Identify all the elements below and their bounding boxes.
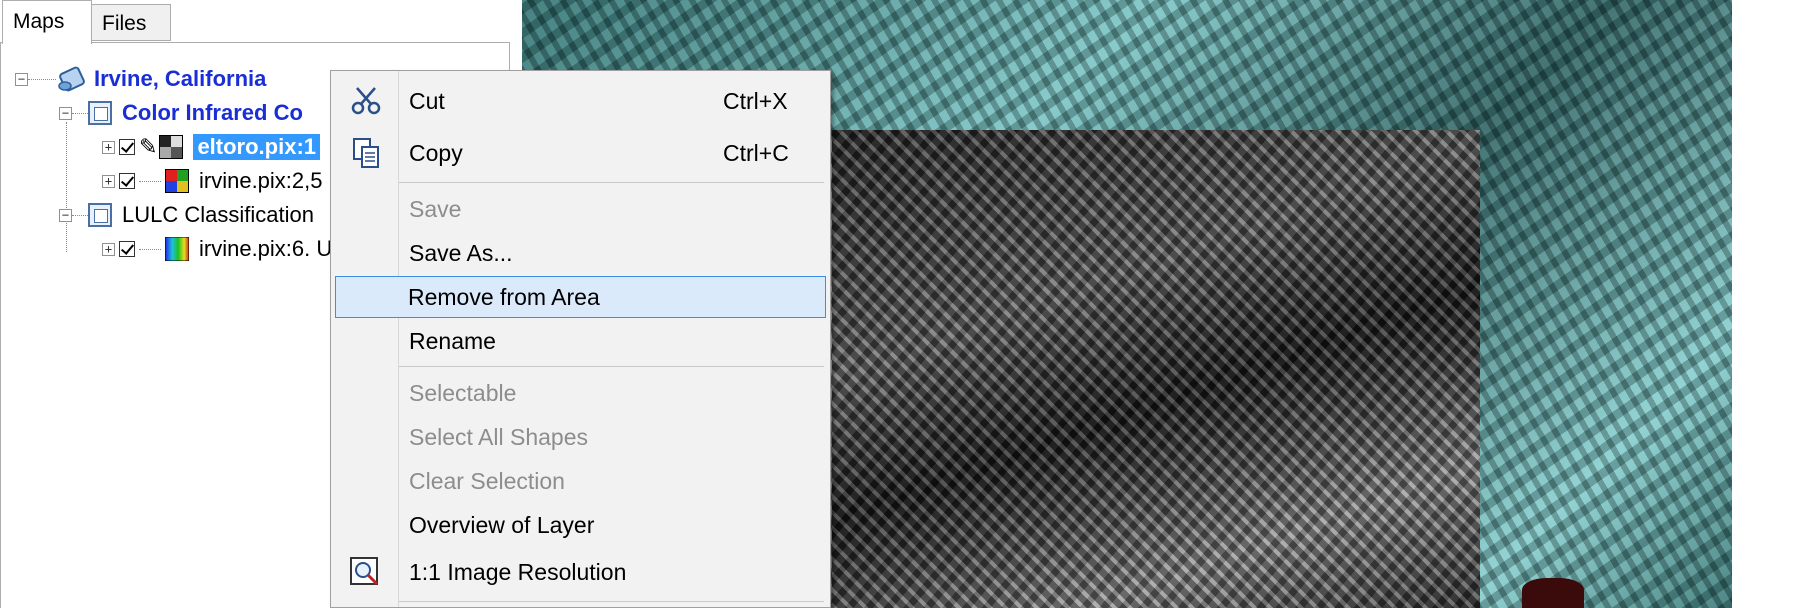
menu-item-save[interactable]: Save xyxy=(333,188,828,230)
menu-item-remove-from-area[interactable]: Remove from Area xyxy=(335,276,826,318)
layer-visibility-checkbox[interactable] xyxy=(119,241,135,257)
menu-item-shortcut: Ctrl+X xyxy=(723,88,788,114)
menu-item-overview-of-layer[interactable]: Overview of Layer xyxy=(333,504,828,546)
scissors-icon xyxy=(351,87,381,115)
menu-separator xyxy=(399,366,824,367)
expand-toggle[interactable]: + xyxy=(102,140,115,154)
tree-layer-label: irvine.pix:2,5 xyxy=(199,168,323,193)
expand-toggle[interactable]: + xyxy=(102,242,115,256)
zoom-resolution-icon xyxy=(350,557,379,586)
grayscale-layer-icon xyxy=(159,135,184,159)
copy-icon xyxy=(353,138,379,168)
menu-item-label: Remove from Area xyxy=(408,284,600,310)
tree-node-layer[interactable]: + irvine.pix:2,5 xyxy=(102,166,323,196)
map-scroll-icon xyxy=(58,66,85,92)
tree-root-label: Irvine, California xyxy=(94,66,267,91)
tab-bar: Maps Files xyxy=(0,0,518,44)
menu-item-label: Cut xyxy=(409,88,445,114)
tree-connector xyxy=(139,180,161,182)
rgb-layer-icon xyxy=(165,169,189,193)
tree-node-group[interactable]: − Color Infrared Co xyxy=(59,98,303,128)
menu-item-image-resolution[interactable]: 1:1 Image Resolution xyxy=(333,551,828,593)
tree-layer-label: irvine.pix:6. U xyxy=(199,236,333,261)
menu-item-selectable[interactable]: Selectable xyxy=(333,372,828,414)
tree-group-label: Color Infrared Co xyxy=(122,100,303,125)
menu-item-cut[interactable]: Cut Ctrl+X xyxy=(333,80,828,122)
menu-separator xyxy=(399,182,824,183)
tree-node-layer[interactable]: + irvine.pix:6. U xyxy=(102,234,332,264)
menu-item-label: Select All Shapes xyxy=(409,424,589,450)
menu-item-label: Overview of Layer xyxy=(409,512,595,538)
menu-item-label: Save As... xyxy=(409,240,513,266)
menu-item-select-all-shapes[interactable]: Select All Shapes xyxy=(333,416,828,458)
menu-item-save-as[interactable]: Save As... xyxy=(333,232,828,274)
layer-visibility-checkbox[interactable] xyxy=(119,139,135,155)
tree-connector xyxy=(28,78,56,80)
view-margin xyxy=(1732,0,1796,608)
tree-connector xyxy=(72,112,88,114)
image-feature xyxy=(1522,578,1584,608)
tree-node-layer[interactable]: + ✎ eltoro.pix:1 xyxy=(102,132,321,162)
grayscale-image-layer xyxy=(832,130,1480,608)
menu-item-shortcut: Ctrl+C xyxy=(723,140,789,166)
tree-node-root[interactable]: − Irvine, California xyxy=(15,64,266,94)
tab-files[interactable]: Files xyxy=(91,4,171,41)
expand-toggle[interactable]: + xyxy=(102,174,115,188)
menu-item-label: 1:1 Image Resolution xyxy=(409,559,627,585)
context-menu: Cut Ctrl+X Copy Ctrl+C Save Save As... R… xyxy=(330,70,831,608)
tree-layer-label: eltoro.pix:1 xyxy=(193,134,321,160)
tree-connector xyxy=(66,122,67,252)
menu-item-label: Save xyxy=(409,196,462,222)
collapse-toggle[interactable]: − xyxy=(59,208,72,222)
collapse-toggle[interactable]: − xyxy=(59,106,72,120)
map-frame-icon xyxy=(88,203,112,227)
tree-connector xyxy=(139,248,161,250)
menu-item-label: Copy xyxy=(409,140,463,166)
menu-separator xyxy=(399,601,824,602)
collapse-toggle[interactable]: − xyxy=(15,72,28,86)
tree-connector xyxy=(72,214,88,216)
tab-maps[interactable]: Maps xyxy=(2,0,92,44)
menu-item-copy[interactable]: Copy Ctrl+C xyxy=(333,132,828,174)
menu-item-label: Rename xyxy=(409,328,496,354)
menu-item-label: Selectable xyxy=(409,380,517,406)
menu-item-rename[interactable]: Rename xyxy=(333,320,828,362)
map-frame-icon xyxy=(88,101,112,125)
pencil-icon: ✎ xyxy=(139,134,158,159)
tree-node-group[interactable]: − LULC Classification xyxy=(59,200,314,230)
menu-item-label: Clear Selection xyxy=(409,468,565,494)
layer-visibility-checkbox[interactable] xyxy=(119,173,135,189)
menu-item-clear-selection[interactable]: Clear Selection xyxy=(333,460,828,502)
pseudocolor-layer-icon xyxy=(165,237,189,261)
tree-group-label: LULC Classification xyxy=(122,202,314,227)
